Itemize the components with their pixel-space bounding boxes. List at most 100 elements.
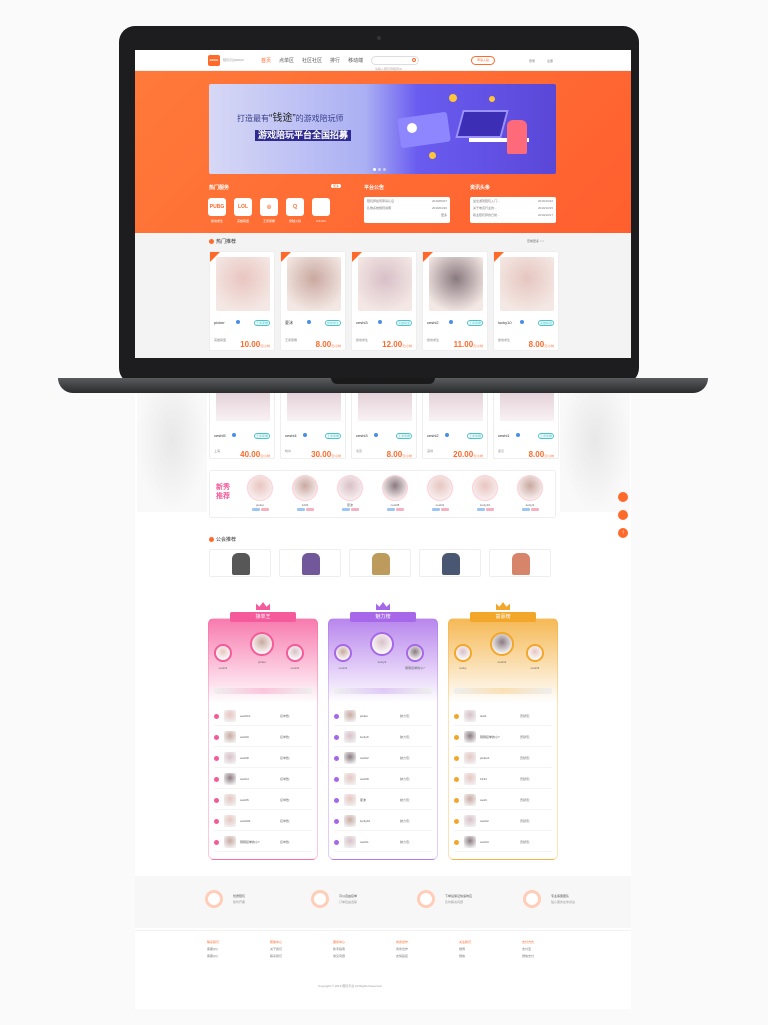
player-photo[interactable] (287, 257, 341, 311)
footer-link[interactable]: 微信支付 (522, 954, 548, 958)
footer-link[interactable]: 联系我们 (270, 954, 296, 958)
newcomer-item[interactable]: picker (246, 475, 274, 511)
rank-row[interactable]: ceshi4 接单数： (214, 771, 312, 789)
register-link[interactable]: 注册 (547, 59, 553, 64)
rank-row[interactable]: 1234 贡献值： (454, 771, 552, 789)
player-photo[interactable] (429, 393, 483, 421)
newcomer-item[interactable]: 夏沫 (336, 475, 364, 511)
rank-row[interactable]: picker 魅力值： (334, 708, 432, 726)
player-card[interactable]: ceshi3 英雄联盟 绝地求生 12.00元/小时 (351, 251, 417, 351)
nav-item-ranking[interactable]: 排行 (330, 58, 340, 64)
player-card[interactable]: picker 王者荣耀 英雄联盟 10.00元/小时 (209, 251, 275, 351)
avatar[interactable] (464, 752, 476, 764)
avatar[interactable] (472, 475, 498, 501)
top-avatar[interactable] (250, 632, 274, 656)
login-link[interactable]: 登录 (529, 59, 535, 64)
top-avatar[interactable] (490, 632, 514, 656)
avatar[interactable] (344, 752, 356, 764)
service-icon[interactable] (618, 492, 628, 502)
avatar[interactable] (464, 773, 476, 785)
avatar[interactable] (464, 731, 476, 743)
notice-item[interactable]: 礼物系统规则说明 2019/04/20 (367, 206, 447, 211)
avatar[interactable] (344, 836, 356, 848)
avatar[interactable] (337, 475, 363, 501)
game-item[interactable]: ◎ 王者荣耀 (260, 198, 278, 223)
player-name[interactable]: ceshi4 (285, 433, 297, 438)
newcomer-item[interactable]: lucky10 (471, 475, 499, 511)
rank-row[interactable]: ceshi2 贡献值： (454, 813, 552, 831)
player-photo[interactable] (216, 393, 270, 421)
guild-card[interactable] (209, 549, 271, 577)
nav-item-home[interactable]: 首页 (261, 58, 271, 64)
player-card-lower[interactable]: ceshi2 王者荣耀 深圳 20.00元/小时 (422, 393, 488, 459)
game-icon[interactable]: Ｑ (286, 198, 304, 216)
news-item[interactable]: 职业陪玩师的日常... 2019/10/17 (473, 213, 553, 218)
player-name[interactable]: picker (214, 320, 225, 325)
rank-row[interactable]: ceshi5 接单数： (214, 792, 312, 810)
game-item[interactable]: LOL 英雄联盟 (234, 198, 252, 223)
footer-link[interactable]: 微信 (459, 954, 485, 958)
rank-row[interactable]: test1 贡献值： (454, 708, 552, 726)
apply-button[interactable]: 申请入驻 (471, 56, 495, 65)
avatar[interactable] (344, 710, 356, 722)
avatar[interactable] (344, 773, 356, 785)
rank-row[interactable]: lucky9 魅力值： (334, 729, 432, 747)
avatar[interactable] (292, 475, 318, 501)
banner-dot[interactable] (383, 168, 386, 171)
rank-row[interactable]: ceshi 贡献值： (454, 792, 552, 810)
top-avatar[interactable] (454, 644, 472, 662)
avatar[interactable] (224, 836, 236, 848)
top-avatar[interactable] (370, 632, 394, 656)
logo-box[interactable]: BKGE (208, 55, 220, 66)
newcomer-item[interactable]: ceshi8 (381, 475, 409, 511)
player-card-lower[interactable]: ceshi1 王者荣耀 武汉 8.00元/小时 (493, 393, 559, 459)
rank-row[interactable]: ceshi3 贡献值： (454, 834, 552, 852)
rank-row[interactable]: ceshi10 接单数： (214, 708, 312, 726)
player-photo[interactable] (500, 257, 554, 311)
player-card-lower[interactable]: ceshi3 王者荣耀 北京 8.00元/小时 (351, 393, 417, 459)
player-photo[interactable] (287, 393, 341, 421)
footer-link[interactable]: 友情链接 (396, 954, 422, 958)
avatar[interactable] (464, 794, 476, 806)
avatar[interactable] (382, 475, 408, 501)
nav-item-community[interactable]: 社区社区 (302, 58, 322, 64)
game-item[interactable]: PUBG 绝地求生 (208, 198, 226, 223)
rank-title[interactable]: 魅力榜 (350, 612, 416, 622)
hero-banner[interactable]: 打造最有“钱途”的游戏陪玩师 游戏陪玩平台全国招募 (209, 84, 556, 174)
rank-row[interactable]: 刚刚接单的小7 贡献值： (454, 729, 552, 747)
footer-link[interactable]: 常见问题 (333, 954, 359, 958)
avatar[interactable] (224, 773, 236, 785)
footer-link[interactable]: 关于我们 (270, 947, 296, 951)
rank-title[interactable]: 接单王 (230, 612, 296, 622)
rank-row[interactable]: ceshi8 接单数： (214, 750, 312, 768)
player-name[interactable]: ceshi2 (427, 433, 439, 438)
rank-row[interactable]: lucky10 魅力值： (334, 813, 432, 831)
notice-item[interactable]: 陪玩师如何申请认证 2019/05/07 (367, 199, 447, 204)
hot-recommend-more[interactable]: 查看更多 > > (527, 239, 544, 244)
game-item[interactable]: Ｑ 穿越火线 (286, 198, 304, 223)
search-icon[interactable] (412, 58, 416, 62)
player-photo[interactable] (358, 393, 412, 421)
rank-row[interactable]: ceshi02 接单数： (214, 813, 312, 831)
player-card-lower[interactable]: ceshi4 王者荣耀 杭州 30.00元/小时 (280, 393, 346, 459)
player-card[interactable]: ceshi2 王者荣耀 绝地求生 11.00元/小时 (422, 251, 488, 351)
top-avatar[interactable] (214, 644, 232, 662)
rank-row[interactable]: picker1 贡献值： (454, 750, 552, 768)
search-box[interactable]: 请输入陪玩师昵称ID (371, 56, 419, 71)
rank-row[interactable]: ceshi2 魅力值： (334, 750, 432, 768)
rank-row[interactable]: ceshi8 魅力值： (334, 771, 432, 789)
top-avatar[interactable] (526, 644, 544, 662)
hot-services-more[interactable]: 更多 (331, 184, 342, 188)
guild-card[interactable] (279, 549, 341, 577)
footer-link[interactable]: 商务合作 (396, 947, 422, 951)
avatar[interactable] (224, 710, 236, 722)
player-card[interactable]: lucky10 英雄联盟 绝地求生 8.00元/小时 (493, 251, 559, 351)
news-text[interactable]: 最全游戏陪玩入门... (473, 199, 500, 204)
news-item[interactable]: 最全游戏陪玩入门... 2019/10/22 (473, 199, 553, 204)
notice-text[interactable]: 陪玩师如何申请认证 (367, 199, 394, 204)
player-name[interactable]: ceshi3 (356, 320, 368, 325)
rank-row[interactable]: ceshi9 接单数： (214, 729, 312, 747)
game-icon[interactable] (312, 198, 330, 216)
player-name[interactable]: lucky10 (498, 320, 512, 325)
player-name[interactable]: 夏沫 (285, 320, 293, 326)
